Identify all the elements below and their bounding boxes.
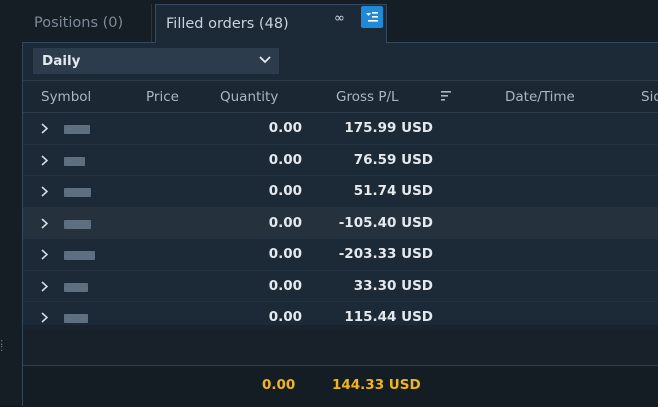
gross-pl-cell: 76.59 USD [353,151,433,168]
column-header-price[interactable]: Price [146,89,179,105]
quantity-cell: 0.00 [268,120,302,136]
chevron-right-icon[interactable] [41,186,48,197]
quantity-cell: 0.00 [268,309,302,325]
tab-positions-label: Positions (0) [34,15,124,31]
symbol-redacted [64,251,95,260]
quantity-cell: 0.00 [268,183,302,199]
chevron-right-icon[interactable] [41,123,48,134]
chevron-right-icon[interactable] [41,217,48,229]
link-icon[interactable]: ∞ [334,11,345,26]
left-strip: :: [0,42,22,406]
total-quantity: 0.00 [262,377,296,393]
empty-row-area [23,329,658,365]
gross-pl-cell: 115.44 USD [344,309,433,325]
gross-pl-cell: 175.99 USD [344,120,433,136]
chevron-down-icon [259,56,271,64]
quantity-cell: 0.00 [268,151,302,168]
tab-positions[interactable]: Positions (0) [22,4,152,42]
column-header-side[interactable]: Side [641,89,658,105]
quantity-cell: 0.00 [268,214,302,231]
column-header-symbol[interactable]: Symbol [41,89,91,105]
filled-orders-panel: Daily Symbol Price Quantity Gross P/L Da… [22,42,658,407]
table-row[interactable]: 0.00 175.99 USD [23,113,658,145]
totals-row: 0.00 144.33 USD [23,365,658,407]
period-dropdown-value: Daily [42,53,81,69]
filter-settings-button[interactable] [361,6,383,28]
tab-bar: Positions (0) Filled orders (48) ∞ [0,0,658,43]
period-dropdown[interactable]: Daily [33,48,279,74]
gross-pl-cell: -203.33 USD [338,246,433,262]
quantity-cell: 0.00 [268,277,302,294]
table-row[interactable]: 0.00 -105.40 USD [23,207,658,239]
column-header-gross-pl[interactable]: Gross P/L [336,89,399,105]
gross-pl-cell: -105.40 USD [338,214,433,231]
filter-list-icon [366,12,378,22]
total-gross-pl: 144.33 USD [332,377,421,393]
table-header: Symbol Price Quantity Gross P/L Date/Tim… [23,80,658,113]
symbol-redacted [64,156,85,166]
table-row[interactable]: 0.00 33.30 USD [23,271,658,302]
symbol-redacted [64,282,88,292]
tab-filled-orders-label: Filled orders (48) [166,16,289,32]
drag-handle-icon[interactable]: :: [0,338,6,354]
chevron-right-icon[interactable] [41,280,48,292]
gross-pl-cell: 51.74 USD [353,183,433,199]
quantity-cell: 0.00 [268,246,302,262]
symbol-redacted [64,314,88,323]
tab-filled-orders[interactable]: Filled orders (48) ∞ [155,4,387,43]
gross-pl-cell: 33.30 USD [353,277,433,294]
sort-descending-icon[interactable] [441,91,452,101]
chevron-right-icon[interactable] [41,312,48,323]
symbol-redacted [64,219,91,229]
table-row[interactable]: 0.00 76.59 USD [23,145,658,176]
symbol-redacted [64,125,90,134]
orders-table-body: 0.00 175.99 USD 0.00 76.59 USD 0.00 51.7… [23,113,658,334]
column-header-quantity[interactable]: Quantity [220,89,278,105]
symbol-redacted [64,188,91,197]
chevron-right-icon[interactable] [41,154,48,166]
column-header-datetime[interactable]: Date/Time [505,89,575,105]
table-row[interactable]: 0.00 -203.33 USD [23,239,658,271]
table-row[interactable]: 0.00 51.74 USD [23,176,658,208]
chevron-right-icon[interactable] [41,249,48,260]
